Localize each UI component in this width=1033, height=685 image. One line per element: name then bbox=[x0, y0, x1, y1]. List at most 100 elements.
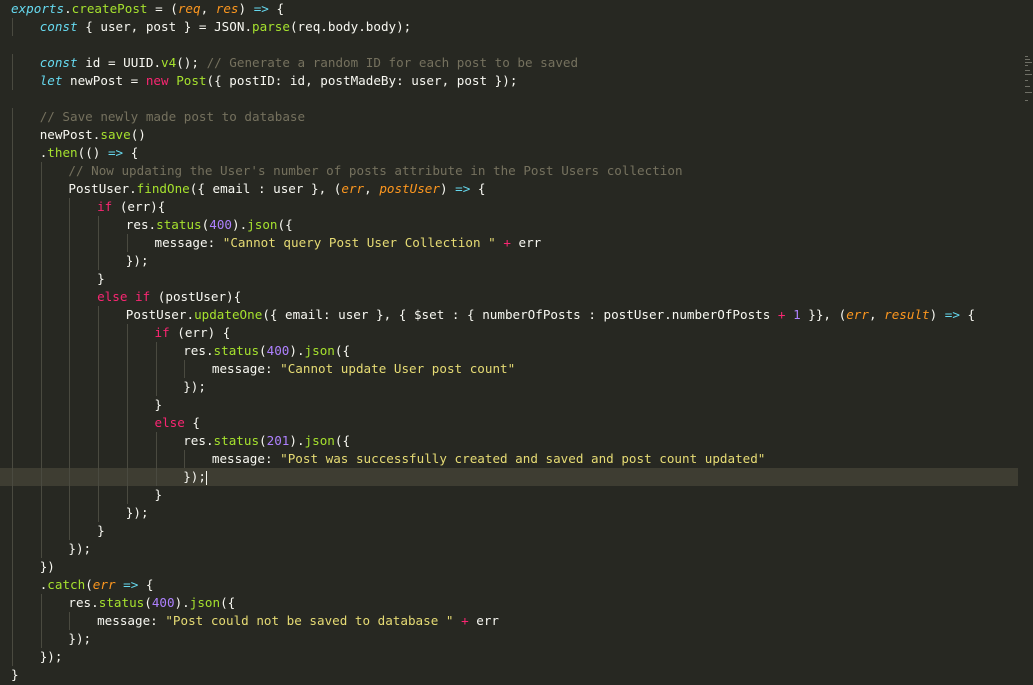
indent-guide bbox=[12, 612, 13, 630]
code-text: }); bbox=[68, 540, 91, 558]
code-line[interactable]: // Save newly made post to database bbox=[0, 108, 1018, 126]
code-line[interactable]: }) bbox=[0, 558, 1018, 576]
code-token: }) bbox=[39, 559, 55, 574]
indent-guide bbox=[69, 504, 71, 522]
code-line[interactable] bbox=[0, 36, 1018, 54]
indent-guide bbox=[40, 522, 42, 540]
code-line[interactable]: else if (postUser){ bbox=[0, 288, 1018, 306]
indent-guide bbox=[98, 396, 100, 414]
indent-guide bbox=[69, 198, 71, 216]
code-token: newPost bbox=[39, 127, 93, 142]
indent-guide bbox=[12, 108, 13, 126]
minimap-line bbox=[1025, 65, 1028, 66]
indent-guide bbox=[98, 414, 100, 432]
code-text: message: "Post was successfully created … bbox=[212, 450, 766, 468]
code-line[interactable]: }); bbox=[0, 252, 1018, 270]
code-token: ). bbox=[174, 595, 190, 610]
code-text: let newPost = new Post({ postID: id, pos… bbox=[40, 72, 518, 90]
code-text: res.status(201).json({ bbox=[183, 432, 350, 450]
code-token: parse bbox=[252, 19, 290, 34]
code-token: { bbox=[470, 181, 486, 196]
code-token: PostUser bbox=[68, 181, 130, 196]
indent-guide bbox=[12, 450, 13, 468]
code-line[interactable] bbox=[0, 90, 1018, 108]
code-line[interactable]: message: "Cannot update User post count" bbox=[0, 360, 1018, 378]
code-line[interactable]: }); bbox=[0, 378, 1018, 396]
code-line[interactable]: } bbox=[0, 522, 1018, 540]
code-token: let bbox=[39, 73, 63, 88]
code-line[interactable]: // Now updating the User's number of pos… bbox=[0, 162, 1018, 180]
code-token: new bbox=[145, 73, 169, 88]
code-token: + bbox=[503, 235, 511, 250]
code-line[interactable]: }); bbox=[0, 468, 1018, 486]
code-line[interactable]: .catch(err => { bbox=[0, 576, 1018, 594]
code-token: = ( bbox=[147, 1, 178, 16]
code-token: . bbox=[148, 217, 157, 232]
code-token: => bbox=[253, 1, 269, 16]
code-text: }); bbox=[126, 252, 149, 270]
code-line[interactable]: }); bbox=[0, 648, 1018, 666]
indent-guide bbox=[12, 72, 13, 90]
indent-guide bbox=[40, 432, 42, 450]
code-text: newPost.save() bbox=[40, 126, 146, 144]
code-line[interactable]: newPost.save() bbox=[0, 126, 1018, 144]
indent-guide bbox=[126, 234, 128, 252]
code-line[interactable]: const id = UUID.v4(); // Generate a rand… bbox=[0, 54, 1018, 72]
code-line[interactable]: .then(() => { bbox=[0, 144, 1018, 162]
code-line[interactable]: } bbox=[0, 270, 1018, 288]
indent-guide bbox=[69, 324, 71, 342]
code-line[interactable]: const { user, post } = JSON.parse(req.bo… bbox=[0, 18, 1018, 36]
code-token: . bbox=[205, 343, 214, 358]
minimap[interactable] bbox=[1025, 56, 1033, 116]
indent-guide bbox=[12, 432, 13, 450]
indent-guide bbox=[40, 252, 42, 270]
code-line[interactable]: message: "Post could not be saved to dat… bbox=[0, 612, 1018, 630]
code-line[interactable]: res.status(400).json({ bbox=[0, 594, 1018, 612]
code-line[interactable]: exports.createPost = (req, res) => { bbox=[0, 0, 1018, 18]
code-line[interactable]: if (err){ bbox=[0, 198, 1018, 216]
code-token: status bbox=[98, 595, 145, 610]
indent-guide bbox=[40, 270, 42, 288]
indent-guide bbox=[12, 504, 13, 522]
code-token: res bbox=[68, 595, 92, 610]
code-token: } bbox=[97, 271, 105, 286]
code-line[interactable]: PostUser.findOne({ email : user }, (err,… bbox=[0, 180, 1018, 198]
indent-guide bbox=[12, 594, 13, 612]
code-line[interactable]: if (err) { bbox=[0, 324, 1018, 342]
code-token: req bbox=[177, 1, 201, 16]
code-token: // Save newly made post to database bbox=[39, 109, 306, 124]
code-token: ( bbox=[259, 343, 267, 358]
code-token: . bbox=[153, 55, 162, 70]
code-line[interactable]: let newPost = new Post({ postID: id, pos… bbox=[0, 72, 1018, 90]
code-token: . bbox=[64, 1, 72, 16]
code-line[interactable]: }); bbox=[0, 630, 1018, 648]
code-line[interactable]: } bbox=[0, 666, 1018, 684]
indent-guide bbox=[126, 414, 128, 432]
code-line[interactable]: }); bbox=[0, 504, 1018, 522]
code-text: } bbox=[11, 666, 19, 684]
code-line[interactable]: res.status(201).json({ bbox=[0, 432, 1018, 450]
code-token: 201 bbox=[266, 433, 290, 448]
code-line[interactable]: message: "Cannot query Post User Collect… bbox=[0, 234, 1018, 252]
code-line[interactable]: PostUser.updateOne({ email: user }, { $s… bbox=[0, 306, 1018, 324]
indent-guide bbox=[98, 324, 100, 342]
code-line[interactable]: }); bbox=[0, 540, 1018, 558]
code-line[interactable]: } bbox=[0, 396, 1018, 414]
code-line[interactable]: res.status(400).json({ bbox=[0, 216, 1018, 234]
code-token: Post bbox=[176, 73, 207, 88]
code-token: message: bbox=[211, 451, 281, 466]
minimap-line bbox=[1025, 74, 1032, 75]
code-line[interactable]: res.status(400).json({ bbox=[0, 342, 1018, 360]
code-token: { user, post } = bbox=[77, 19, 215, 34]
indent-guide bbox=[12, 270, 13, 288]
minimap-line bbox=[1025, 62, 1032, 63]
code-editor[interactable]: exports.createPost = (req, res) => {cons… bbox=[0, 0, 1033, 685]
minimap-line bbox=[1025, 80, 1028, 81]
code-line[interactable]: } bbox=[0, 486, 1018, 504]
indent-guide bbox=[40, 216, 42, 234]
code-line[interactable]: else { bbox=[0, 414, 1018, 432]
code-line[interactable]: message: "Post was successfully created … bbox=[0, 450, 1018, 468]
code-token: } bbox=[154, 487, 163, 502]
indent-guide bbox=[69, 342, 71, 360]
